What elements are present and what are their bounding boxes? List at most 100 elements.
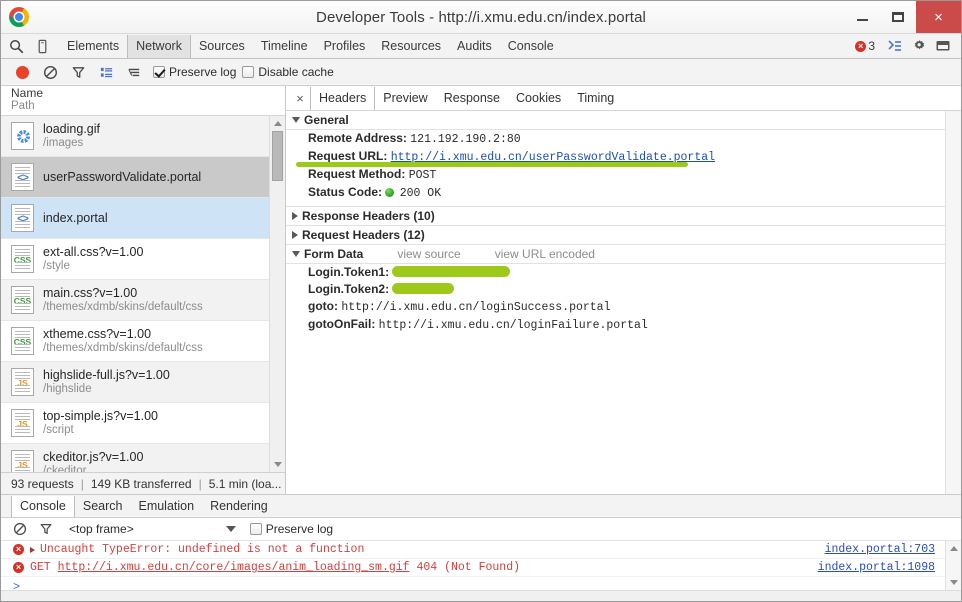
console-drawer: Console Search Emulation Rendering <top … [1,495,961,593]
expand-icon[interactable] [30,546,35,553]
tab-search[interactable]: Search [75,496,131,517]
list-item[interactable]: × Uncaught TypeError: undefined is not a… [1,541,945,559]
clear-button[interactable] [37,60,63,84]
request-list-header[interactable]: Name Path [1,86,285,116]
tab-emulation[interactable]: Emulation [130,496,202,517]
form-data-section-header[interactable]: Form Data view source view URL encoded [286,245,945,264]
tab-sources[interactable]: Sources [191,35,253,58]
request-path: /themes/xdmb/skins/default/css [43,301,203,313]
error-counter[interactable]: × 3 [855,39,875,53]
detail-scrollbar[interactable] [945,111,961,494]
form-data-title: Form Data [304,247,364,261]
tab-network[interactable]: Network [127,34,191,58]
chevron-down-icon [292,117,300,123]
console-preserve-log-checkbox[interactable]: Preserve log [249,522,334,536]
window-title: Developer Tools - http://i.xmu.edu.cn/in… [316,8,646,26]
tab-console[interactable]: Console [500,35,562,58]
filter-console-button[interactable] [35,519,57,539]
scroll-down-icon[interactable] [270,457,285,472]
table-row[interactable]: loading.gif /images [1,116,269,157]
mobile-device-icon[interactable] [29,35,55,58]
chevron-down-icon[interactable] [225,526,236,532]
view-url-encoded-link[interactable]: view URL encoded [495,247,595,261]
close-button[interactable]: × [916,1,961,33]
filter-button[interactable] [65,60,91,84]
request-list-scrollbar[interactable] [269,116,285,472]
dock-window-icon[interactable] [931,35,955,58]
table-row[interactable]: <> userPasswordValidate.portal [1,157,269,198]
tab-audits[interactable]: Audits [449,35,500,58]
scrollbar-thumb[interactable] [272,131,283,181]
clear-console-button[interactable] [9,519,31,539]
request-url-key: Request URL: [308,149,388,163]
table-row[interactable]: JS highslide-full.js?v=1.00 /highslide [1,362,269,403]
checkbox-icon [249,523,262,535]
record-button[interactable] [9,60,35,84]
console-scrollbar[interactable] [945,541,961,590]
tab-console[interactable]: Console [11,495,75,517]
tab-elements[interactable]: Elements [59,35,127,58]
tab-profiles[interactable]: Profiles [316,35,374,58]
redacted-value [392,266,511,277]
request-method-value: POST [408,169,437,182]
console-preserve-log-label: Preserve log [265,522,334,536]
request-name: highslide-full.js?v=1.00 [43,368,170,382]
console-message-url[interactable]: http://i.xmu.edu.cn/core/images/anim_loa… [58,561,410,574]
tab-preview[interactable]: Preview [375,87,435,110]
tab-resources[interactable]: Resources [373,35,449,58]
request-headers-section-header[interactable]: Request Headers (12) [286,226,945,245]
tab-rendering[interactable]: Rendering [202,496,276,517]
request-url-row: Request URL: http://i.xmu.edu.cn/userPas… [286,148,945,167]
gear-icon[interactable] [907,35,931,58]
preserve-log-checkbox[interactable]: Preserve log [153,65,236,79]
request-name: main.css?v=1.00 [43,286,138,300]
frame-selector[interactable]: <top frame> [69,522,134,536]
checkbox-icon [153,66,165,78]
table-row[interactable]: CSS ext-all.css?v=1.00 /style [1,239,269,280]
scroll-down-icon[interactable] [946,575,961,590]
general-section-header[interactable]: General [286,111,945,130]
console-source-link[interactable]: index.portal:703 [825,543,945,556]
request-list-wrap: loading.gif /images <> userPasswordValid… [1,116,285,472]
window-status-strip [1,590,961,601]
scroll-up-icon[interactable] [946,541,961,556]
chevron-right-icon [292,231,298,239]
table-row[interactable]: CSS main.css?v=1.00 /themes/xdmb/skins/d… [1,280,269,321]
column-header-path: Path [11,100,35,112]
console-message-text: Uncaught TypeError: undefined is not a f… [40,543,365,556]
status-code-row: Status Code: 200 OK [286,184,945,202]
tab-timing[interactable]: Timing [569,87,622,110]
large-rows-button[interactable] [93,60,119,84]
form-data-row: gotoOnFail: http://i.xmu.edu.cn/loginFai… [286,316,945,334]
minimize-button[interactable] [844,1,880,33]
close-detail-icon[interactable]: × [290,91,310,106]
view-source-link[interactable]: view source [397,247,460,261]
table-row[interactable]: <> index.portal [1,198,269,239]
request-path: /ckeditor [43,465,87,472]
console-message-text: GET http://i.xmu.edu.cn/core/images/anim… [30,561,520,574]
table-row[interactable]: JS top-simple.js?v=1.00 /script [1,403,269,444]
detail-body: General Remote Address: 121.192.190.2:80… [286,111,961,494]
scroll-up-icon[interactable] [270,116,285,131]
form-key: Login.Token1: [308,265,390,279]
show-drawer-icon[interactable] [883,35,907,58]
tab-cookies[interactable]: Cookies [508,87,569,110]
response-headers-title: Response Headers (10) [302,209,435,223]
network-status-bar: 93 requests | 149 KB transferred | 5.1 m… [1,472,285,494]
maximize-button[interactable] [880,1,916,33]
form-data-row: Login.Token1: [286,264,945,281]
tab-timeline[interactable]: Timeline [253,35,316,58]
tab-headers[interactable]: Headers [310,86,376,110]
list-item[interactable]: × GET http://i.xmu.edu.cn/core/images/an… [1,559,945,577]
disable-cache-checkbox[interactable]: Disable cache [242,65,334,79]
group-by-frame-button[interactable] [121,60,147,84]
devtools-window: Developer Tools - http://i.xmu.edu.cn/in… [0,0,962,602]
tab-response[interactable]: Response [436,87,508,110]
response-headers-section-header[interactable]: Response Headers (10) [286,206,945,226]
table-row[interactable]: CSS xtheme.css?v=1.00 /themes/xdmb/skins… [1,321,269,362]
table-row[interactable]: JS ckeditor.js?v=1.00 /ckeditor [1,444,269,472]
search-icon[interactable] [3,35,29,58]
console-source-link[interactable]: index.portal:1098 [818,561,945,574]
status-code-key: Status Code: [308,185,383,199]
document-js-icon: JS [11,409,34,437]
